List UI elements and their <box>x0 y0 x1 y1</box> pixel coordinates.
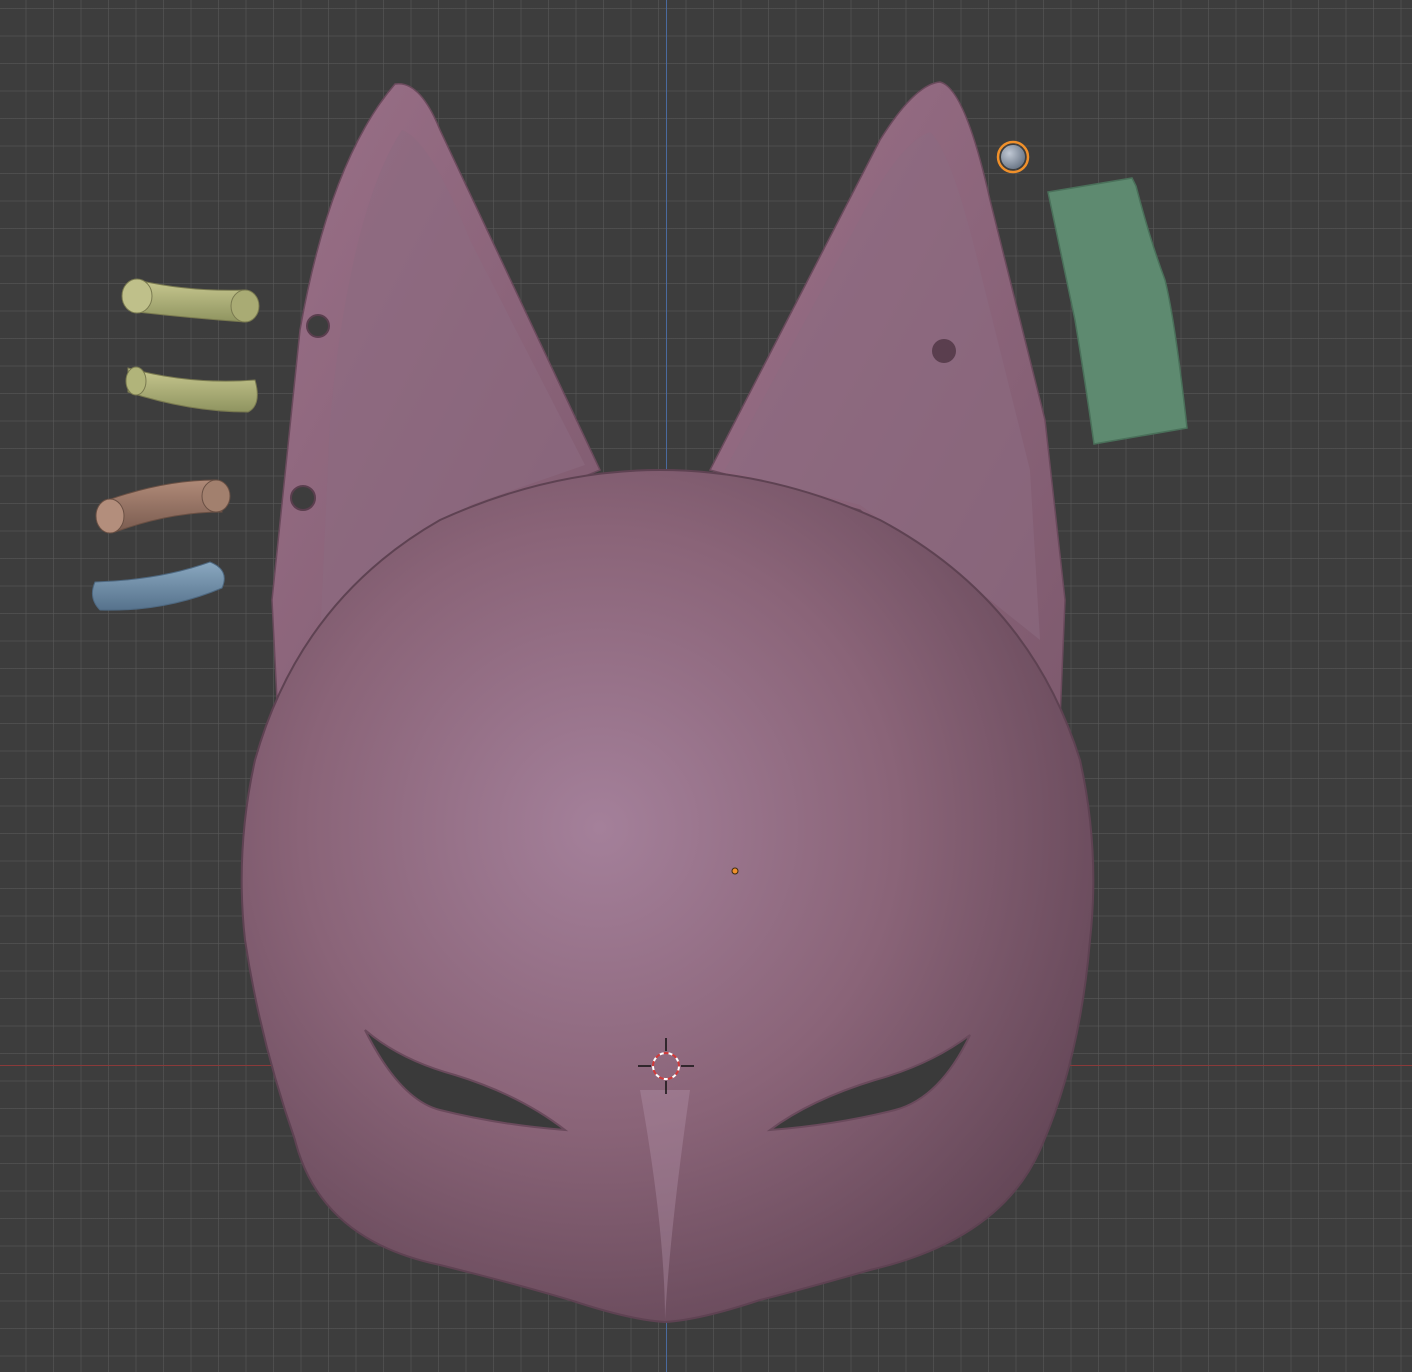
strap-hole <box>290 485 316 511</box>
cylinder-brown[interactable] <box>95 479 231 534</box>
object-origin <box>731 867 739 875</box>
strap-hole <box>306 314 330 338</box>
strap-hole <box>932 339 956 363</box>
scene-canvas[interactable] <box>0 0 1412 1372</box>
cylinder-yellow-2[interactable] <box>125 366 258 413</box>
plane-green[interactable] <box>1047 177 1188 445</box>
sphere-small[interactable] <box>996 140 1030 174</box>
cylinder-blue[interactable] <box>91 561 225 611</box>
cylinder-yellow-1[interactable] <box>121 278 260 323</box>
3d-viewport[interactable] <box>0 0 1412 1372</box>
